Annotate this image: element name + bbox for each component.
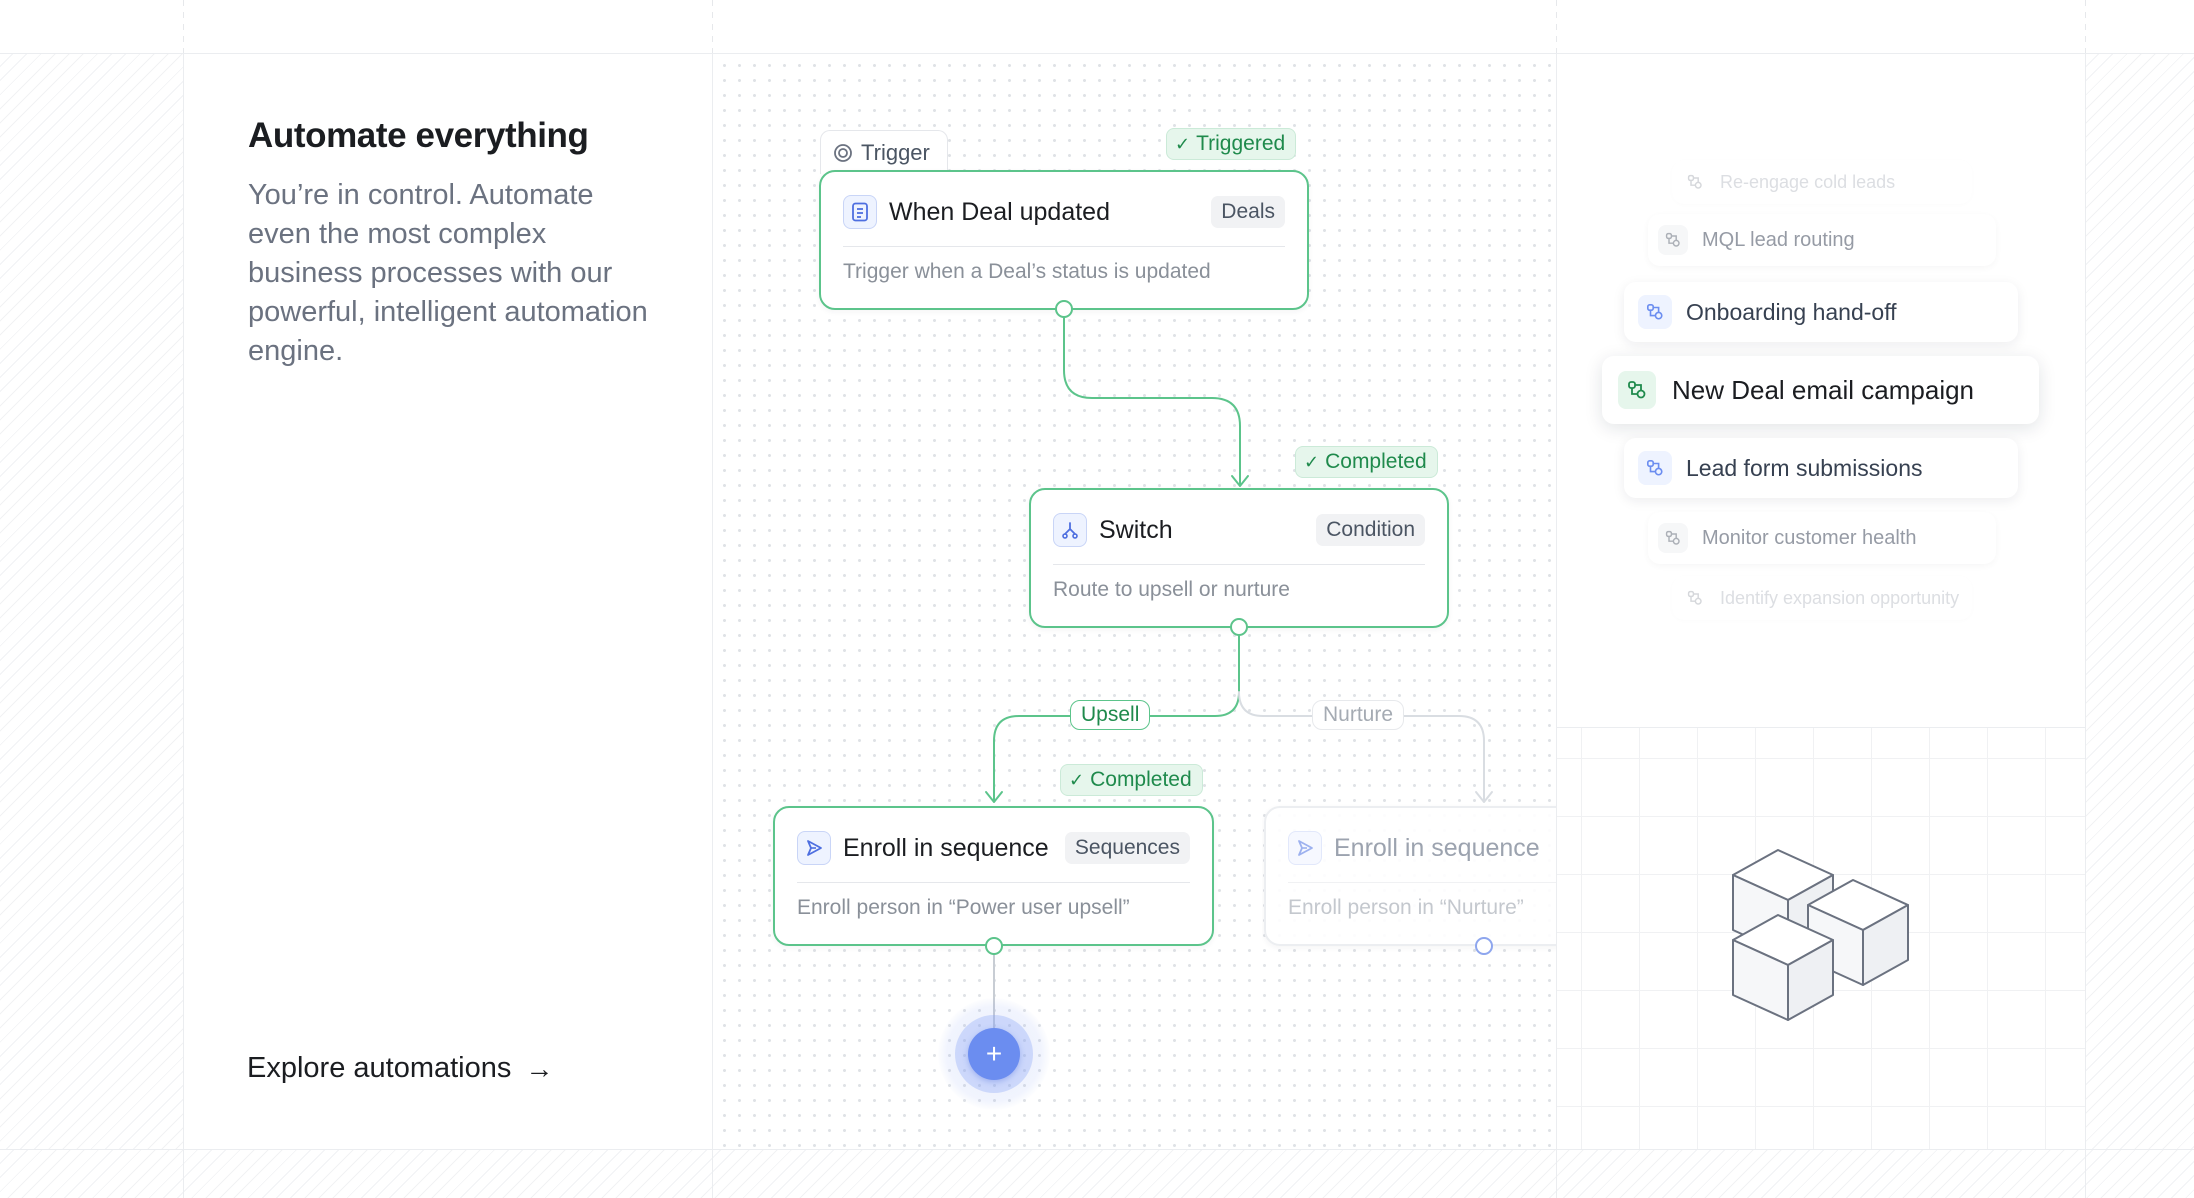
workflow-icon [1638,451,1672,485]
workflow-icon [1638,295,1672,329]
node-title: When Deal updated [889,197,1110,226]
node-description: Enroll person in “Nurture” [1288,896,1524,919]
arrow-right-icon: → [525,1052,554,1084]
automation-item[interactable]: Identify expansion opportunity [1672,576,1972,620]
branch-icon [1053,513,1087,547]
automation-item-label: New Deal email campaign [1672,374,1975,405]
status-badge-label: Completed [1090,768,1192,791]
node-tag: Condition [1316,514,1425,546]
divider [0,53,2194,54]
flow-node-enroll-nurture[interactable]: Enroll in sequence Enroll person in “Nur… [1264,806,1556,946]
hatch-pattern-bottom [0,1150,2194,1198]
node-tag: Sequences [1064,832,1190,864]
workflow-icon [1682,585,1708,611]
automation-item[interactable]: Re-engage cold leads [1672,160,1972,204]
divider [797,882,1190,883]
divider [0,1149,2194,1150]
workflow-icon [1682,169,1708,195]
automation-item-label: Onboarding hand-off [1686,298,1897,325]
automation-item-label: Re-engage cold leads [1720,171,1896,192]
flow-node-clip: Enroll in sequence Enroll person in “Nur… [1262,800,1556,970]
send-icon [797,831,831,865]
automation-item-label: Lead form submissions [1686,454,1923,481]
explore-automations-link[interactable]: Explore automations → [247,1052,553,1085]
send-icon [1288,831,1322,865]
workflow-icon [1658,225,1688,255]
status-badge-completed: ✓ Completed [1060,764,1203,796]
flow-node-switch[interactable]: Switch Condition Route to upsell or nurt… [1029,488,1449,628]
automation-item[interactable]: Monitor customer health [1648,512,1996,564]
workflow-icon [1618,371,1656,409]
section-description: You’re in control. Automate even the mos… [248,179,648,367]
automation-item-label: Identify expansion opportunity [1720,587,1960,608]
flow-node-trigger[interactable]: When Deal updated Deals Trigger when a D… [819,170,1309,310]
cubes-icon [1732,849,1909,1021]
status-badge-label: Completed [1325,450,1427,473]
automation-item-label: Monitor customer health [1702,526,1917,549]
divider [712,0,713,53]
automation-item[interactable]: MQL lead routing [1648,214,1996,266]
automation-item-label: MQL lead routing [1702,228,1855,251]
node-title: Enroll in sequence [843,833,1049,862]
divider [1053,564,1425,565]
node-title: Switch [1099,515,1173,544]
trigger-tab-label: Trigger [861,139,930,165]
status-badge-triggered: ✓ Triggered [1166,128,1297,160]
divider [2085,0,2086,53]
explore-automations-label: Explore automations [247,1052,512,1084]
automation-item[interactable]: Lead form submissions [1624,438,2018,498]
hatch-pattern-right [2086,53,2194,1198]
divider [1556,0,1557,53]
flow-node-enroll-upsell[interactable]: Enroll in sequence Sequences Enroll pers… [773,806,1214,946]
hatch-pattern-left [0,53,183,1198]
automation-item-active[interactable]: New Deal email campaign [1602,356,2039,424]
check-icon: ✓ [1304,451,1320,472]
section-title: Automate everything [248,116,589,155]
add-step-button[interactable]: + [968,1028,1020,1080]
divider [843,246,1285,247]
target-icon [834,143,852,162]
document-icon [843,195,877,229]
edge-label-upsell: Upsell [1070,700,1151,730]
divider [1288,882,1556,883]
edge-label-nurture: Nurture [1312,700,1405,730]
node-description: Enroll person in “Power user upsell” [797,896,1130,919]
divider [712,53,713,1198]
divider [1557,727,2085,728]
status-badge-label: Triggered [1196,132,1286,155]
node-title: Enroll in sequence [1334,833,1540,862]
divider [2085,53,2086,1198]
divider [183,53,184,1198]
workflow-icon [1658,523,1688,553]
trigger-tab: Trigger [820,130,948,174]
check-icon: ✓ [1069,769,1085,790]
status-badge-completed: ✓ Completed [1295,446,1438,478]
automation-item[interactable]: Onboarding hand-off [1624,282,2018,342]
node-description: Route to upsell or nurture [1053,578,1290,601]
check-icon: ✓ [1175,133,1191,154]
divider [183,0,184,53]
node-tag: Deals [1211,196,1285,228]
node-description: Trigger when a Deal’s status is updated [843,260,1211,283]
divider [1556,53,1557,1198]
